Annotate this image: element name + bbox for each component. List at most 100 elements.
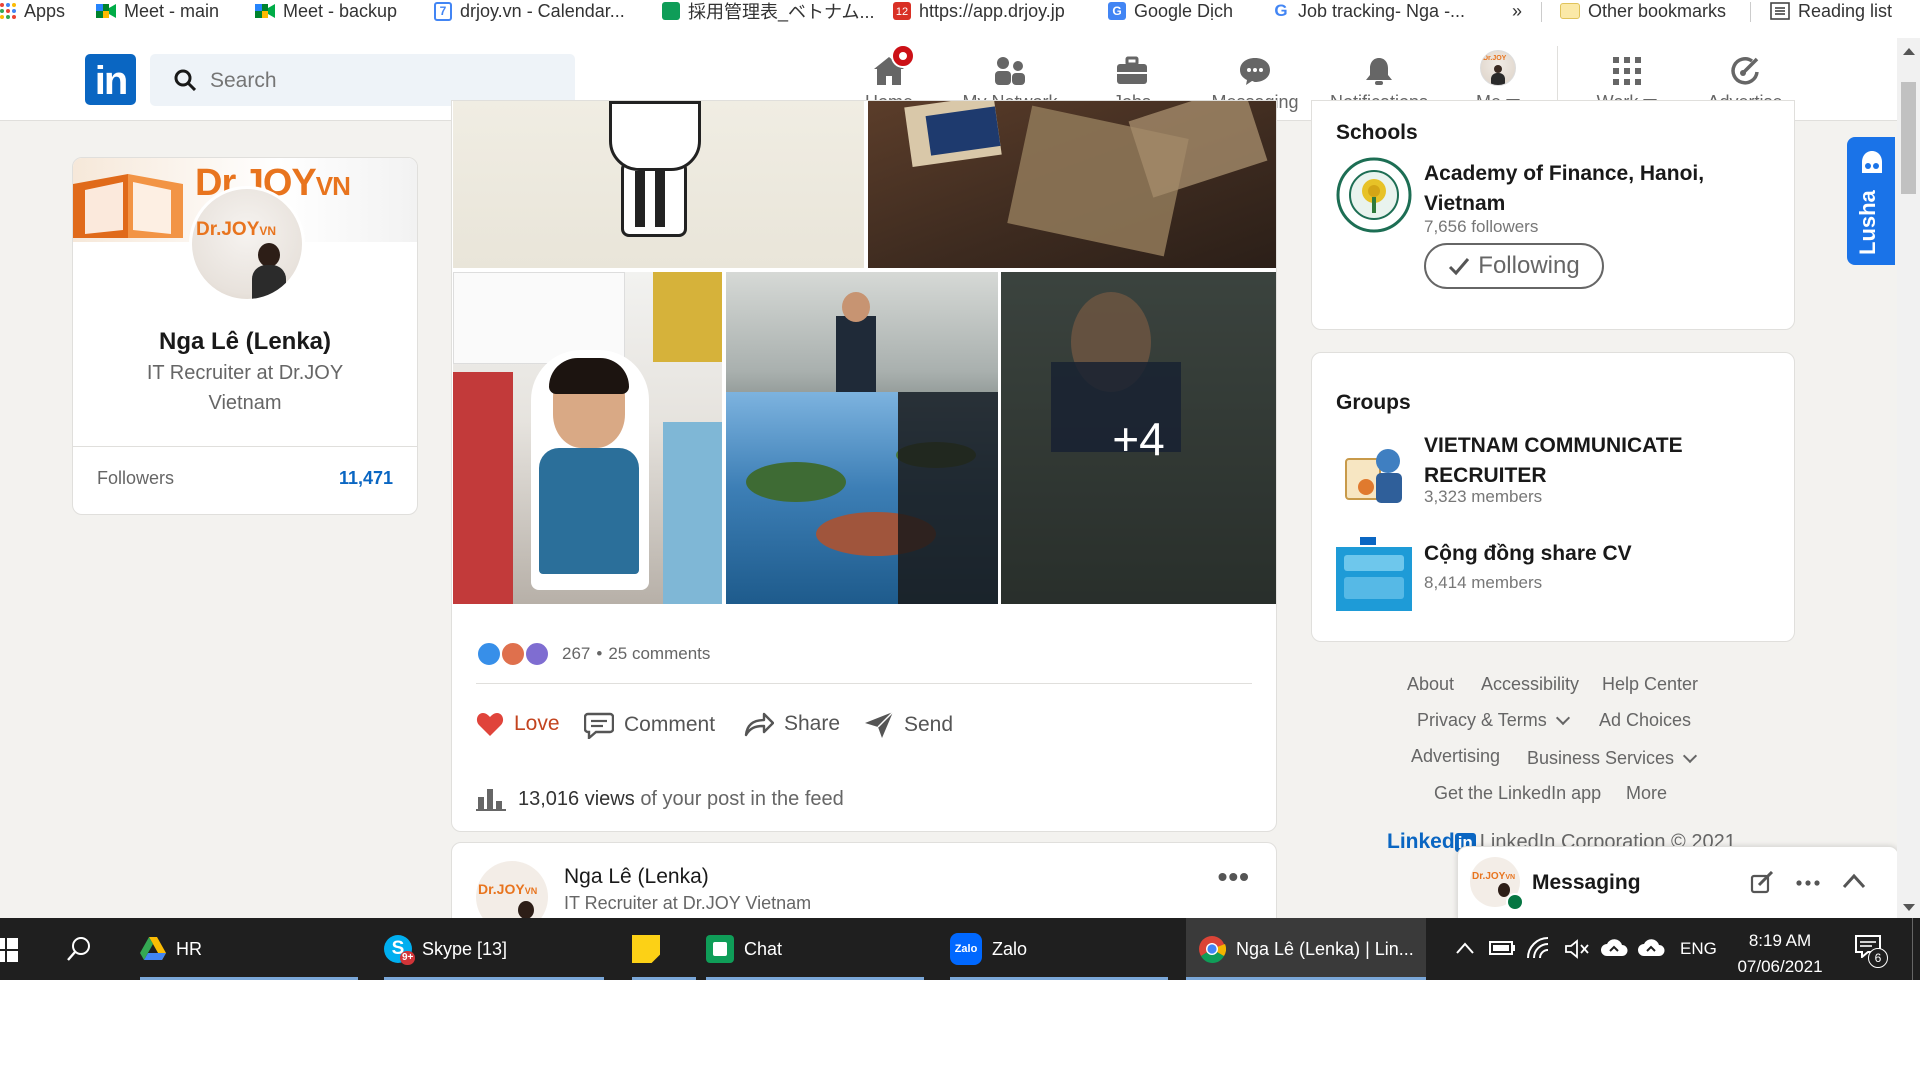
more-options-icon[interactable]	[1796, 879, 1820, 887]
page-scrollbar[interactable]	[1897, 38, 1920, 918]
bookmark-meet-main[interactable]: Meet - main	[96, 0, 219, 22]
taskbar-app-skype[interactable]: S 9+ Skype [13]	[384, 918, 604, 980]
footer-advertising-link[interactable]: Advertising	[1411, 746, 1500, 767]
group-logo-icon[interactable]	[1336, 535, 1412, 611]
taskbar-app-sticky-notes[interactable]	[632, 918, 696, 980]
wifi-icon[interactable]	[1526, 936, 1552, 960]
divider	[73, 446, 417, 447]
school-name[interactable]: Academy of Finance, Hanoi, Vietnam	[1424, 159, 1764, 219]
linkedin-logo-icon[interactable]: in	[85, 54, 136, 105]
footer-privacy-link[interactable]: Privacy & Terms	[1417, 710, 1570, 731]
send-button[interactable]: Send	[864, 711, 953, 739]
sticky-notes-icon	[632, 935, 660, 963]
battery-icon[interactable]	[1488, 938, 1516, 958]
post-photo[interactable]	[453, 101, 864, 268]
post-photo[interactable]	[726, 272, 998, 604]
taskbar-app-label: Nga Lê (Lenka) | Lin...	[1236, 938, 1414, 959]
windows-start-icon[interactable]	[0, 938, 18, 962]
group-name[interactable]: VIETNAM COMMUNICATE RECRUITER	[1424, 431, 1764, 491]
taskbar-app-zalo[interactable]: Zalo Zalo	[950, 918, 1168, 980]
photo-face	[842, 292, 870, 322]
footer-accessibility-link[interactable]: Accessibility	[1481, 674, 1579, 695]
chevron-down-icon	[1555, 710, 1570, 726]
volume-muted-icon[interactable]	[1564, 938, 1590, 960]
search-bar[interactable]	[150, 54, 575, 106]
group-logo-icon[interactable]	[1336, 437, 1412, 513]
bookmarks-overflow-button[interactable]: »	[1512, 0, 1522, 22]
search-icon[interactable]	[66, 936, 92, 962]
social-counts[interactable]: 267 • 25 comments	[476, 641, 710, 667]
taskbar-app-chrome[interactable]: Nga Lê (Lenka) | Lin...	[1186, 918, 1426, 980]
taskbar-app-hr[interactable]: HR	[140, 918, 358, 980]
followers-label[interactable]: Followers	[97, 468, 174, 489]
profile-avatar[interactable]: Dr.JOYVN	[189, 186, 305, 302]
hangouts-chat-icon	[706, 935, 734, 963]
bookmarks-divider	[1541, 2, 1542, 22]
share-button[interactable]: Share	[744, 711, 840, 737]
action-center-button[interactable]: 6	[1854, 934, 1888, 968]
scroll-down-arrow-icon[interactable]	[1903, 904, 1915, 911]
footer-more-link[interactable]: More	[1626, 783, 1667, 804]
group-name[interactable]: Cộng đồng share CV	[1424, 539, 1764, 569]
avatar-logo-text: Dr.JOYVN	[478, 881, 538, 897]
comment-count[interactable]: 25 comments	[608, 644, 710, 664]
bookmarks-bar: Apps Meet - main Meet - backup 7 drjoy.v…	[0, 0, 1920, 24]
bookmark-sheet[interactable]: 採用管理表_ベトナム...	[662, 0, 874, 22]
clock-time: 8:19 AM	[1748, 931, 1812, 950]
skype-icon: S 9+	[384, 935, 416, 965]
scrollbar-thumb[interactable]	[1901, 82, 1916, 194]
footer-adchoices-link[interactable]: Ad Choices	[1599, 710, 1691, 731]
chevron-up-icon[interactable]	[1456, 942, 1474, 954]
post-photo[interactable]	[868, 101, 1276, 268]
system-clock[interactable]: 8:19 AM 07/06/2021	[1730, 928, 1830, 980]
school-logo-icon[interactable]	[1336, 157, 1412, 233]
comment-button[interactable]: Comment	[584, 711, 715, 739]
more-photos-count: +4	[1112, 413, 1165, 465]
more-options-button[interactable]: •••	[1218, 861, 1250, 893]
bookmark-job-tracking[interactable]: G Job tracking- Nga -...	[1272, 0, 1465, 22]
show-desktop-button[interactable]	[1912, 918, 1920, 980]
footer-getapp-link[interactable]: Get the LinkedIn app	[1434, 783, 1601, 804]
following-button[interactable]: Following	[1424, 243, 1604, 289]
compose-icon[interactable]	[1750, 871, 1774, 895]
followers-count[interactable]: 11,471	[339, 468, 393, 489]
footer-about-link[interactable]: About	[1407, 674, 1454, 695]
bell-icon	[1366, 58, 1392, 85]
bookmark-meet-backup[interactable]: Meet - backup	[255, 0, 397, 22]
post-photo-more[interactable]: +4	[1001, 272, 1276, 604]
avatar-logo-text: Dr.JOYVN	[1472, 871, 1516, 882]
messaging-title[interactable]: Messaging	[1532, 871, 1641, 895]
cloud-upload-icon[interactable]	[1600, 938, 1628, 958]
lusha-extension-tab[interactable]: Lusha	[1847, 137, 1895, 265]
profile-card[interactable]: Dr.JOYVN Dr.JOYVN Nga Lê (Lenka) IT Recr…	[72, 157, 418, 515]
bookmark-drjoy-app[interactable]: 12 https://app.drjoy.jp	[893, 0, 1065, 22]
footer-help-link[interactable]: Help Center	[1602, 674, 1698, 695]
bookmark-apps[interactable]: Apps	[0, 0, 65, 22]
post-analytics[interactable]: 13,016 views of your post in the feed	[476, 787, 844, 811]
bookmark-label: https://app.drjoy.jp	[919, 0, 1065, 21]
profile-name[interactable]: Nga Lê (Lenka)	[73, 328, 417, 356]
bookmark-calendar[interactable]: 7 drjoy.vn - Calendar...	[434, 0, 625, 22]
google-meet-icon	[96, 4, 116, 18]
post-photo[interactable]	[453, 272, 722, 604]
messaging-dock[interactable]: Dr.JOYVN Messaging	[1457, 846, 1899, 920]
love-reaction-icon	[500, 641, 526, 667]
bookmark-google-translate[interactable]: G Google Dịch	[1108, 0, 1233, 22]
lusha-label: Lusha	[1855, 190, 1880, 255]
bookmark-label: Job tracking- Nga -...	[1298, 0, 1466, 21]
scroll-up-arrow-icon[interactable]	[1903, 48, 1915, 55]
search-input[interactable]	[208, 66, 552, 96]
cloud-upload-icon[interactable]	[1637, 938, 1665, 958]
footer-business-label: Business Services	[1527, 748, 1675, 768]
search-icon	[174, 69, 196, 91]
author-name[interactable]: Nga Lê (Lenka)	[564, 865, 709, 889]
input-language[interactable]: ENG	[1680, 918, 1717, 980]
chevron-up-icon[interactable]	[1842, 873, 1866, 889]
footer-business-link[interactable]: Business Services	[1527, 748, 1698, 769]
reaction-count[interactable]: 267	[562, 644, 590, 664]
bookmark-reading-list[interactable]: Reading list	[1770, 0, 1892, 22]
bookmark-other[interactable]: Other bookmarks	[1560, 0, 1726, 22]
taskbar-app-chat[interactable]: Chat	[706, 918, 924, 980]
love-button[interactable]: Love	[476, 711, 560, 737]
google-drive-icon	[140, 937, 166, 960]
